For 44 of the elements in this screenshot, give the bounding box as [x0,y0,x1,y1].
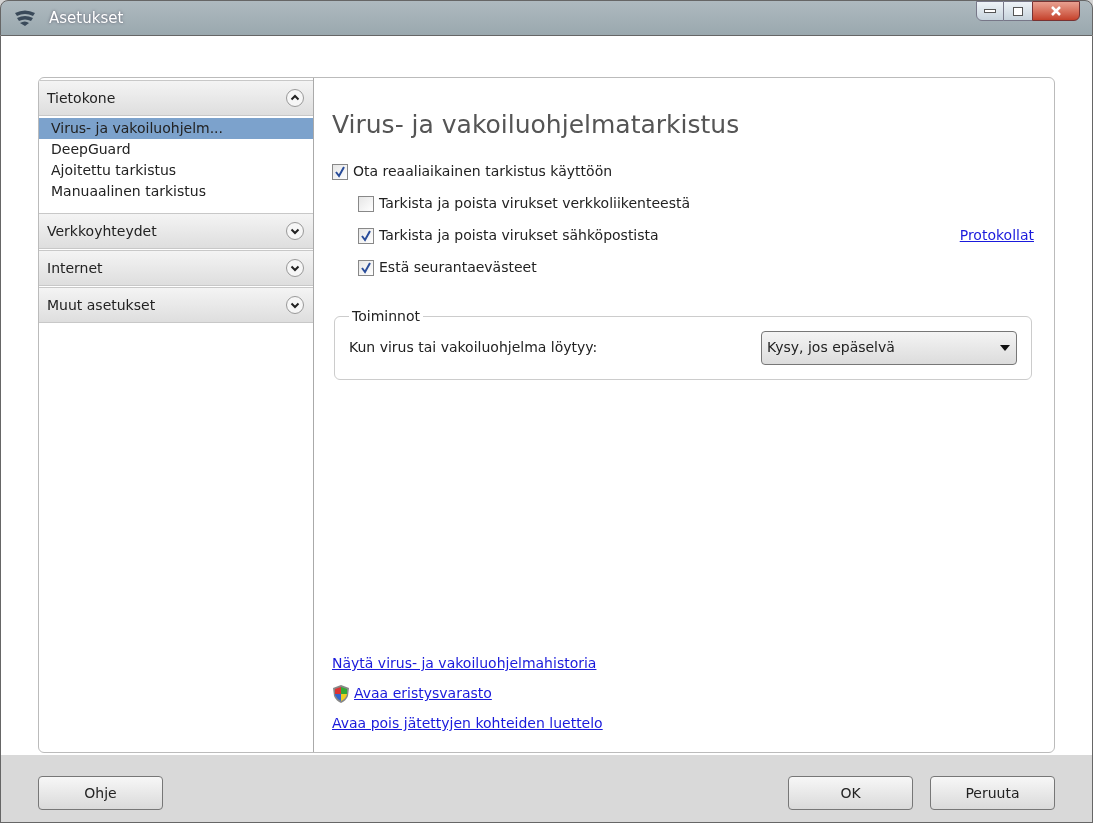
dialog-button[interactable]: Peruuta [930,776,1055,810]
sidebar-item[interactable]: Virus- ja vakoiluohjelm... [39,118,313,139]
sidebar-item[interactable]: Ajoitettu tarkistus [39,160,313,181]
dialog-button[interactable]: OK [788,776,913,810]
link[interactable]: Protokollat [959,225,1034,246]
check-icon [334,165,346,178]
checkbox-label: Estä seurantaevästeet [379,258,537,277]
app-icon [13,9,37,27]
check-icon [360,261,372,274]
window-title: Asetukset [49,7,124,29]
action-dropdown[interactable]: Kysy, jos epäselvä [761,330,1017,365]
link[interactable]: Avaa pois jätettyjen kohteiden luettelo [332,713,603,734]
maximize-button[interactable] [1004,1,1032,21]
checkbox[interactable] [358,195,374,212]
section-header[interactable]: Internet [39,250,313,286]
field-label: Kun virus tai vakoiluohjelma löytyy: [349,338,598,357]
sidebar-item[interactable]: Manuaalinen tarkistus [39,181,313,202]
group-legend: Toiminnot [349,305,423,327]
caret-icon [999,343,1011,352]
section-header[interactable]: Tietokone [39,80,313,116]
checkbox[interactable] [332,163,348,180]
close-button[interactable] [1032,1,1080,21]
checkbox[interactable] [358,227,374,244]
checkbox-label: Tarkista ja poista virukset verkkoliikenteestä [379,194,690,213]
link[interactable]: Näytä virus- ja vakoiluohjelmahistoria [332,653,597,674]
expand-icon [285,258,305,278]
shield-icon [332,683,350,704]
dialog-button[interactable]: Ohje [38,776,163,810]
link[interactable]: Avaa eristysvarasto [354,683,492,704]
expand-icon [285,221,305,241]
check-icon [360,229,372,242]
sidebar-item[interactable]: DeepGuard [39,139,313,160]
minimize-button[interactable] [976,1,1004,21]
section-header[interactable]: Verkkoyhteydet [39,213,313,249]
minimize-icon [984,9,996,13]
maximize-icon [1013,6,1023,16]
page-heading: Virus- ja vakoiluohjelmatarkistus [332,109,741,141]
close-icon [1050,6,1062,16]
checkbox-label: Ota reaaliaikainen tarkistus käyttöön [353,162,613,181]
checkbox-label: Tarkista ja poista virukset sähköpostista [379,226,659,245]
collapse-icon [285,88,305,108]
section-header[interactable]: Muut asetukset [39,287,313,323]
expand-icon [285,295,305,315]
checkbox[interactable] [358,259,374,276]
